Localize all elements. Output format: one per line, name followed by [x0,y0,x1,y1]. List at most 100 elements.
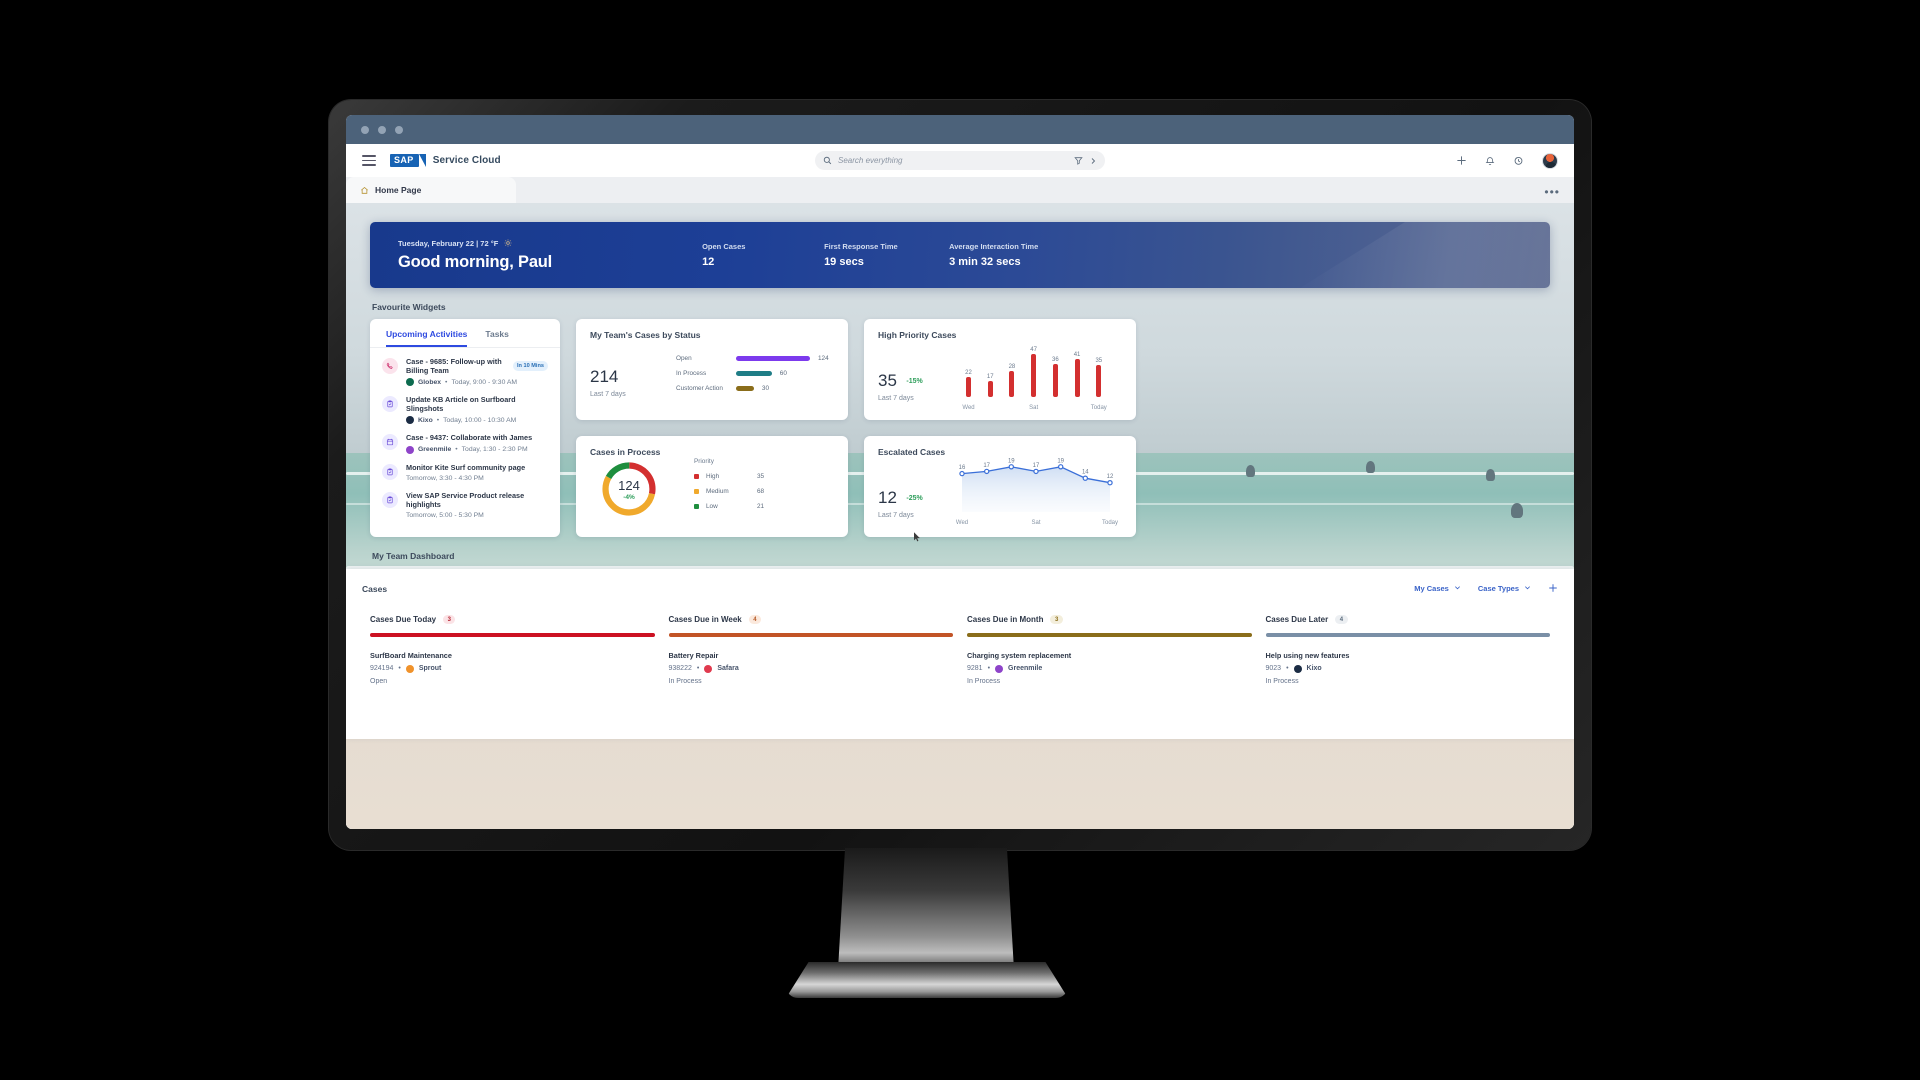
kpi-label: Open Cases [702,242,746,251]
escalated-delta: -25% [906,495,923,502]
monitor-stand-neck [838,848,1014,970]
case-types-dropdown[interactable]: Case Types [1478,584,1531,593]
data-point [1033,468,1039,475]
app-shell: SAP Service Cloud Search everything Home… [346,144,1574,829]
plus-icon[interactable] [1456,155,1467,166]
status-value: 124 [818,355,829,362]
browser-chrome [346,115,1574,144]
legend-label: High [706,473,720,480]
status-label: In Process [676,370,707,377]
filter-icon[interactable] [1074,156,1083,165]
activity-meta: Tomorrow, 3:30 - 4:30 PM [406,474,484,482]
high-priority-bar-chart: 22 Wed 17 28 47 Sat 36 41 35 Today [958,339,1118,411]
page-content: Tuesday, February 22 | 72 °F Good mornin… [346,203,1574,829]
point-value-label: 17 [983,463,990,469]
account-avatar [704,664,713,673]
overflow-menu-icon[interactable]: ••• [1544,186,1560,203]
legend-row: High 35 [694,473,764,480]
case-item-title[interactable]: Battery Repair [669,651,954,660]
hamburger-icon[interactable] [362,155,376,166]
activity-item[interactable]: Case - 9685: Follow-up with Billing Team… [370,348,560,387]
status-value: 60 [779,370,787,377]
separator-dot: • [696,665,700,672]
kpi-value: 12 [702,256,715,268]
kpi-value: 3 min 32 secs [949,256,1021,268]
widget-title: My Team's Cases by Status [590,330,701,340]
case-id: 938222 [668,665,692,672]
bell-icon[interactable] [1485,156,1495,166]
status-label: Customer Action [676,385,723,392]
activity-meta: Tomorrow, 5:00 - 5:30 PM [406,511,484,519]
case-item-status: In Process [668,677,702,685]
case-item-title[interactable]: SurfBoard Maintenance [370,651,655,660]
kpi-label: First Response Time [824,242,898,251]
bar [1096,364,1102,397]
bar [1009,371,1015,397]
bar-value-label: 35 [1095,357,1103,364]
add-column-button[interactable] [1548,583,1558,594]
legend-swatch [694,474,699,479]
window-minimize-dot[interactable] [378,125,386,134]
search-input[interactable] [838,156,1068,165]
my-cases-label: My Cases [1414,584,1449,593]
case-item-title[interactable]: Help using new features [1266,651,1551,660]
status-period: Last 7 days [590,391,626,398]
tab-tasks[interactable]: Tasks [485,329,508,347]
high-priority-total: 35 [878,371,897,390]
status-bar-row: In Process 60 [676,370,829,377]
team-dashboard-title: My Team Dashboard [372,551,455,561]
greeting-text: Good morning, Paul [398,252,553,271]
activity-item[interactable]: Update KB Article on Surfboard Slingshot… [370,386,560,425]
status-bar [736,371,772,376]
widget-cases-in-process[interactable]: Cases in Process 124 -4% Priority High 3… [576,436,848,537]
calendar-icon [382,434,398,451]
activity-title: Case - 9437: Collaborate with James [406,433,533,443]
activity-item[interactable]: View SAP Service Product release highlig… [370,482,560,519]
data-point [959,470,965,477]
window-close-dot[interactable] [361,125,369,134]
cases-title: Cases [362,583,388,594]
data-point [1082,475,1089,481]
case-item-meta: 9281 • Greenmile [967,664,1252,673]
chevron-right-icon[interactable] [1089,157,1097,165]
activity-title: Monitor Kite Surf community page [406,462,526,472]
tab-home-page-label: Home Page [375,185,422,195]
avatar[interactable] [1542,152,1558,169]
activity-account: Kixo [418,416,433,424]
account-avatar [995,664,1004,673]
legend-value: 21 [757,503,765,510]
x-axis-tick: Wed [956,520,968,526]
widget-escalated-cases[interactable]: Escalated Cases 12 -25% Last 7 days 16 We… [864,436,1136,537]
data-point [1008,464,1015,470]
separator-dot: • [987,665,991,672]
monitor-screen: SAP Service Cloud Search everything Home… [346,115,1574,829]
bar-value-label: 28 [1008,364,1016,371]
tab-upcoming-activities[interactable]: Upcoming Activities [386,329,468,347]
tab-home-page[interactable]: Home Page [346,177,516,203]
case-column-count: 3 [443,615,456,624]
kpi-open-cases: Open Cases 12 [702,242,824,268]
data-point [984,468,990,475]
bar-value-label: 41 [1073,352,1081,359]
case-item-meta: 9023 • Kixo [1266,664,1551,673]
history-icon[interactable] [1513,155,1524,166]
activity-item[interactable]: Case - 9437: Collaborate with James Gree… [370,424,560,454]
account-avatar [406,378,414,387]
app-brand-title: Service Cloud [432,155,501,166]
case-item-title[interactable]: Charging system replacement [967,651,1252,660]
status-bar-row: Customer Action 30 [676,385,829,392]
account-avatar [1293,664,1302,673]
widget-high-priority-cases[interactable]: High Priority Cases 35 -15% Last 7 days … [864,319,1136,420]
activity-badge: In 10 Mins [512,361,548,372]
legend-label: Medium [706,488,729,495]
bar [1031,353,1037,397]
bar-value-label: 47 [1030,346,1037,353]
widget-cases-by-status[interactable]: My Team's Cases by Status 214 Last 7 day… [576,319,848,420]
sap-logo: SAP [390,154,426,167]
my-cases-dropdown[interactable]: My Cases [1414,584,1461,593]
activity-item[interactable]: Monitor Kite Surf community page Tomorro… [370,454,560,482]
account-avatar [406,445,414,454]
point-value-label: 17 [1033,463,1040,469]
window-maximize-dot[interactable] [395,125,403,134]
case-column-count: 4 [748,615,762,624]
